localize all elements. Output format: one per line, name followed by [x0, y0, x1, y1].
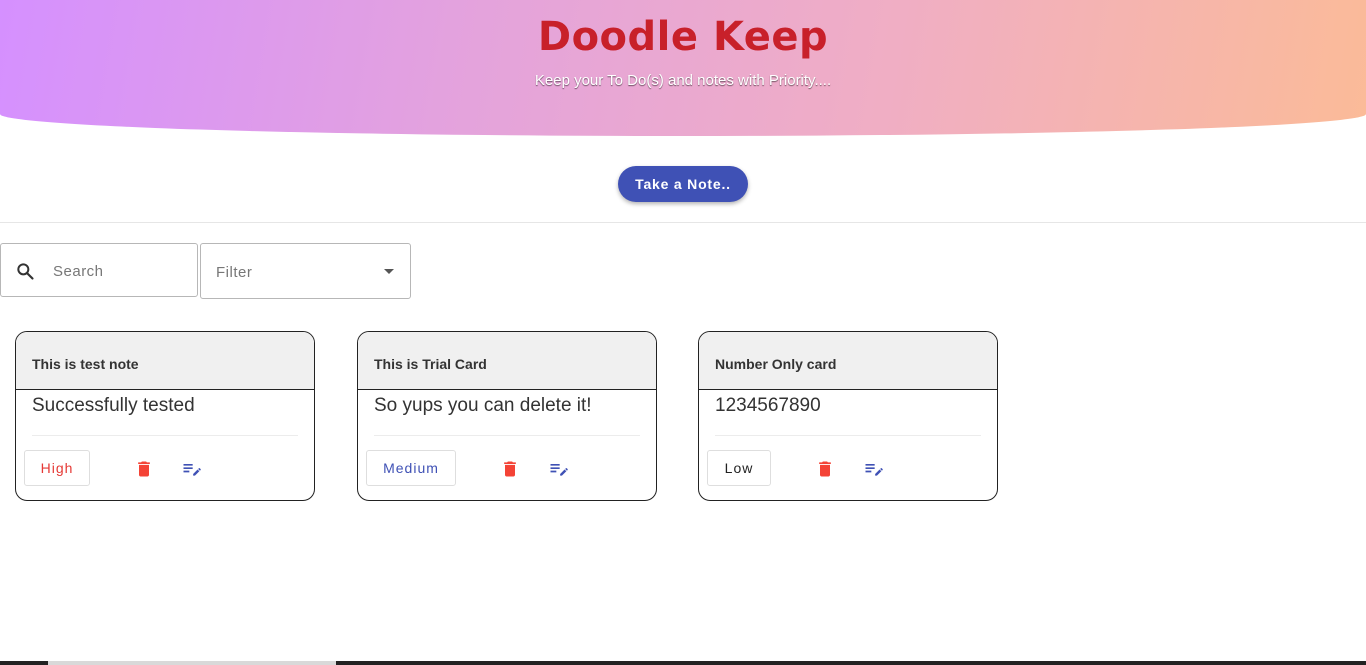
filter-label: Filter	[216, 264, 253, 281]
filter-select[interactable]: Filter	[200, 243, 411, 299]
search-field[interactable]: Search	[0, 243, 198, 297]
priority-chip-high[interactable]: High	[24, 450, 90, 486]
take-note-button[interactable]: Take a Note..	[618, 166, 748, 202]
search-input[interactable]: Search	[53, 263, 104, 280]
app-title: Doodle Keep	[537, 14, 829, 60]
divider	[0, 222, 1366, 223]
note-body: 1234567890	[715, 395, 821, 416]
edit-note-icon[interactable]	[863, 459, 883, 479]
note-card-header: Number Only card	[699, 332, 997, 390]
note-divider	[715, 435, 981, 436]
note-body: So yups you can delete it!	[374, 395, 592, 416]
note-card-header: This is Trial Card	[358, 332, 656, 390]
delete-icon[interactable]	[134, 459, 154, 479]
priority-chip-low[interactable]: Low	[707, 450, 771, 486]
note-title: This is Trial Card	[374, 356, 487, 372]
note-card-header: This is test note	[16, 332, 314, 390]
app-subtitle: Keep your To Do(s) and notes with Priori…	[534, 72, 832, 89]
priority-chip-medium[interactable]: Medium	[366, 450, 456, 486]
delete-icon[interactable]	[815, 459, 835, 479]
note-title: This is test note	[32, 356, 139, 372]
note-body: Successfully tested	[32, 395, 195, 416]
note-divider	[32, 435, 298, 436]
caret-down-icon	[384, 269, 394, 274]
note-card: This is test note Successfully tested Hi…	[15, 331, 315, 501]
app-header: Doodle Keep Keep your To Do(s) and notes…	[0, 0, 1366, 136]
scrollbar-thumb[interactable]	[48, 661, 336, 665]
edit-note-icon[interactable]	[548, 459, 568, 479]
search-icon	[17, 263, 34, 280]
note-divider	[374, 435, 640, 436]
note-card: Number Only card 1234567890 Low	[698, 331, 998, 501]
note-title: Number Only card	[715, 356, 837, 372]
note-card: This is Trial Card So yups you can delet…	[357, 331, 657, 501]
edit-note-icon[interactable]	[181, 459, 201, 479]
delete-icon[interactable]	[500, 459, 520, 479]
